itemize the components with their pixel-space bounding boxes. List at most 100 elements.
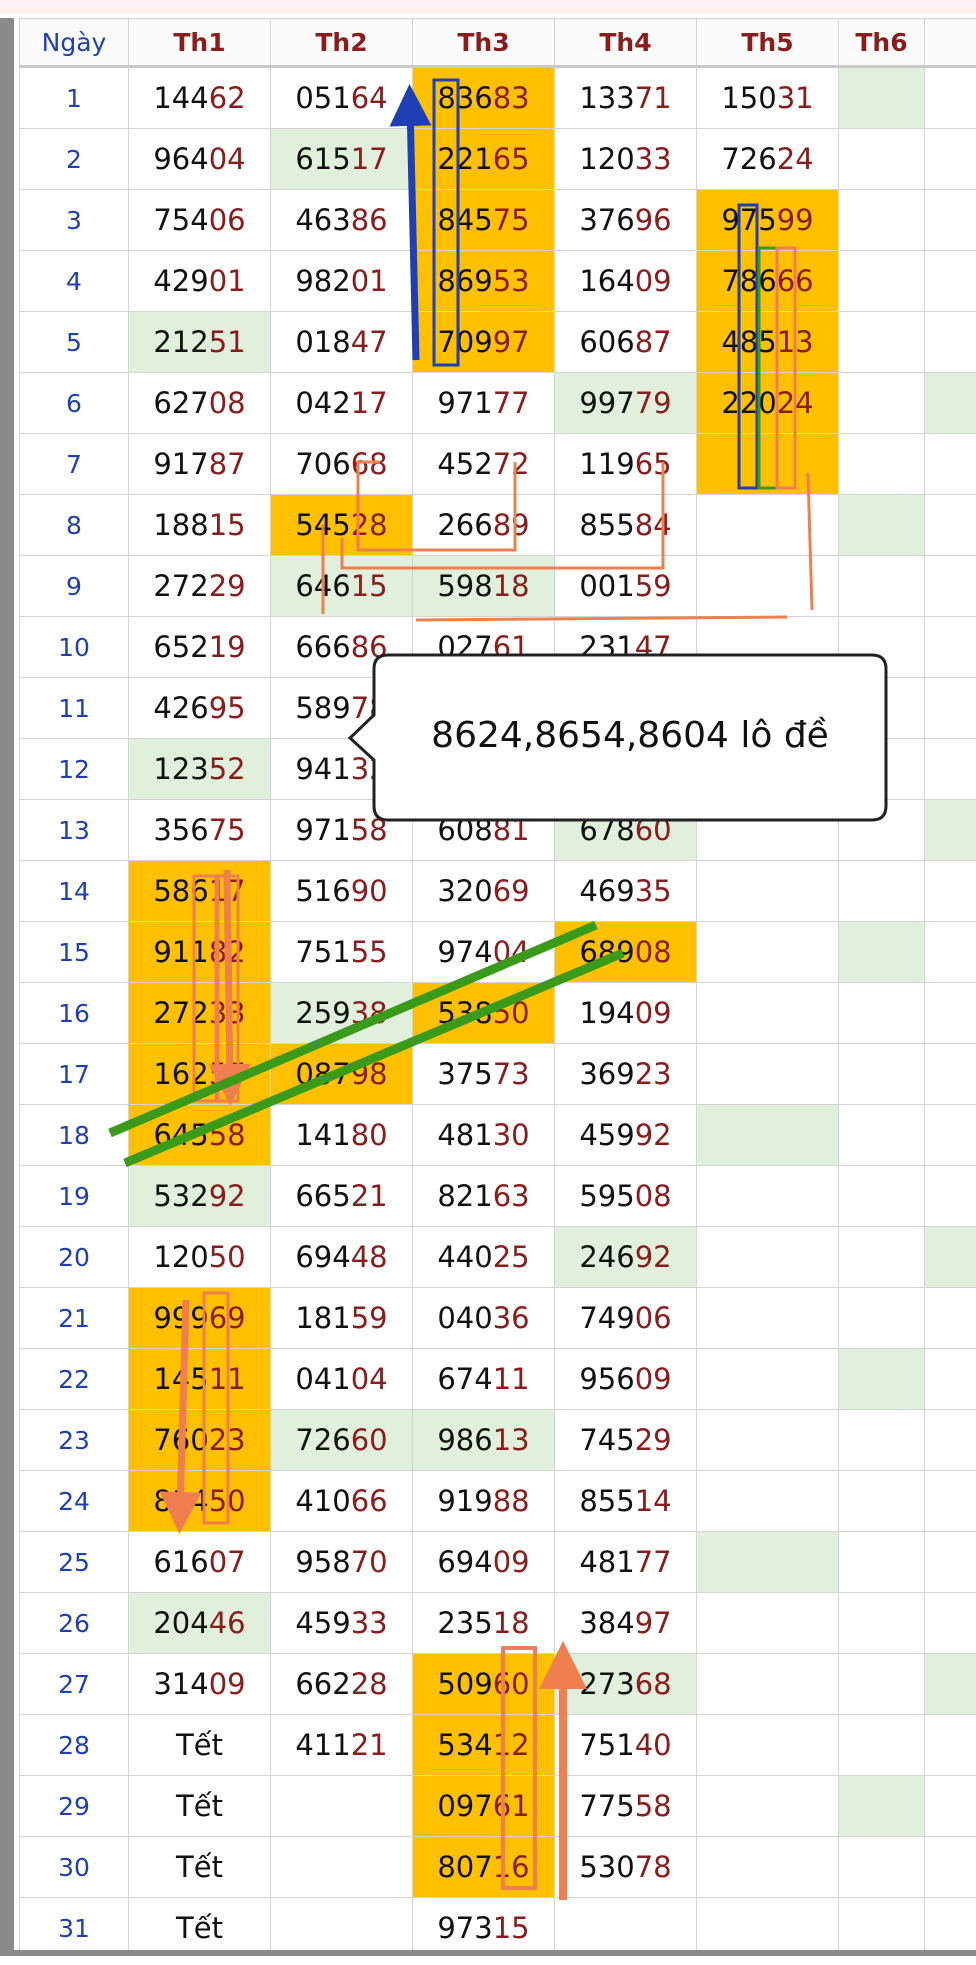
result-cell[interactable]: [924, 494, 976, 556]
result-cell[interactable]: 96404: [128, 128, 271, 190]
result-cell[interactable]: [838, 433, 925, 495]
result-cell[interactable]: 64558: [128, 1104, 271, 1166]
result-cell[interactable]: [838, 860, 925, 922]
result-cell[interactable]: Tết: [128, 1775, 271, 1837]
result-cell[interactable]: Tết: [128, 1836, 271, 1898]
result-cell[interactable]: 12033: [554, 128, 697, 190]
result-cell[interactable]: 78666: [696, 250, 839, 312]
result-cell[interactable]: [924, 1897, 976, 1950]
result-cell[interactable]: 99779: [554, 372, 697, 434]
result-cell[interactable]: 11965: [554, 433, 697, 495]
result-cell[interactable]: 61517: [270, 128, 413, 190]
result-cell[interactable]: 58617: [128, 860, 271, 922]
result-cell[interactable]: 60881: [412, 799, 555, 861]
result-cell[interactable]: 69409: [412, 1531, 555, 1593]
result-cell[interactable]: [696, 921, 839, 983]
result-cell[interactable]: 75406: [128, 189, 271, 251]
result-cell[interactable]: 27368: [554, 1653, 697, 1715]
result-cell[interactable]: 70668: [270, 433, 413, 495]
result-cell[interactable]: [924, 189, 976, 251]
result-cell[interactable]: 04036: [412, 1287, 555, 1349]
result-cell[interactable]: 97158: [270, 799, 413, 861]
result-cell[interactable]: 01847: [270, 311, 413, 373]
result-cell[interactable]: 98613: [412, 1409, 555, 1471]
result-cell[interactable]: [696, 616, 839, 678]
result-cell[interactable]: 85514: [554, 1470, 697, 1532]
result-cell[interactable]: [924, 1836, 976, 1898]
result-cell[interactable]: 53292: [128, 1165, 271, 1227]
result-cell[interactable]: [838, 128, 925, 190]
result-cell[interactable]: [696, 1775, 839, 1837]
result-cell[interactable]: 45272: [412, 433, 555, 495]
result-cell[interactable]: 74529: [554, 1409, 697, 1471]
result-cell[interactable]: 20446: [128, 1592, 271, 1654]
result-cell[interactable]: 42695: [128, 677, 271, 739]
result-cell[interactable]: [838, 555, 925, 617]
result-cell[interactable]: [924, 66, 976, 129]
result-cell[interactable]: 67411: [412, 1348, 555, 1410]
result-cell[interactable]: [838, 1165, 925, 1227]
result-cell[interactable]: 66686: [270, 616, 413, 678]
result-cell[interactable]: [838, 1043, 925, 1105]
result-cell[interactable]: 95870: [270, 1531, 413, 1593]
result-cell[interactable]: [696, 1104, 839, 1166]
result-cell[interactable]: 51690: [270, 860, 413, 922]
result-cell[interactable]: [696, 1409, 839, 1471]
result-cell[interactable]: [696, 1043, 839, 1105]
result-cell[interactable]: 16409: [554, 250, 697, 312]
result-cell[interactable]: 45992: [554, 1104, 697, 1166]
result-cell[interactable]: [924, 1531, 976, 1593]
result-cell[interactable]: 44025: [412, 1226, 555, 1288]
result-cell[interactable]: [924, 616, 976, 678]
result-cell[interactable]: [838, 921, 925, 983]
result-cell[interactable]: [924, 311, 976, 373]
result-cell[interactable]: [270, 1775, 413, 1837]
result-cell[interactable]: [696, 1531, 839, 1593]
result-cell[interactable]: [924, 860, 976, 922]
result-cell[interactable]: [924, 1470, 976, 1532]
result-cell[interactable]: 50960: [412, 1653, 555, 1715]
result-cell[interactable]: 41066: [270, 1470, 413, 1532]
result-cell[interactable]: 82163: [412, 1165, 555, 1227]
result-cell[interactable]: 72660: [270, 1409, 413, 1471]
result-cell[interactable]: [696, 1165, 839, 1227]
result-cell[interactable]: 65219: [128, 616, 271, 678]
result-cell[interactable]: [838, 1409, 925, 1471]
result-cell[interactable]: [696, 1470, 839, 1532]
result-cell[interactable]: [838, 1470, 925, 1532]
result-cell[interactable]: 26689: [412, 494, 555, 556]
result-cell[interactable]: [924, 1104, 976, 1166]
result-cell[interactable]: [924, 555, 976, 617]
result-cell[interactable]: 77558: [554, 1775, 697, 1837]
result-cell[interactable]: [838, 1653, 925, 1715]
result-cell[interactable]: 36923: [554, 1043, 697, 1105]
result-cell[interactable]: [838, 372, 925, 434]
result-cell[interactable]: Tết: [128, 1897, 271, 1950]
result-cell[interactable]: [696, 494, 839, 556]
result-cell[interactable]: 91182: [128, 921, 271, 983]
result-cell[interactable]: [924, 250, 976, 312]
result-cell[interactable]: 37573: [412, 1043, 555, 1105]
result-cell[interactable]: [696, 1348, 839, 1410]
result-cell[interactable]: 83683: [412, 66, 555, 129]
result-cell[interactable]: 46386: [270, 189, 413, 251]
result-cell[interactable]: [838, 1592, 925, 1654]
result-cell[interactable]: [838, 1287, 925, 1349]
result-cell[interactable]: [838, 1836, 925, 1898]
result-cell[interactable]: 37696: [554, 189, 697, 251]
result-cell[interactable]: [924, 128, 976, 190]
result-cell[interactable]: [696, 1836, 839, 1898]
result-cell[interactable]: [924, 1165, 976, 1227]
result-cell[interactable]: 74906: [554, 1287, 697, 1349]
result-cell[interactable]: 02761: [412, 616, 555, 678]
result-cell[interactable]: [696, 982, 839, 1044]
result-cell[interactable]: [696, 1287, 839, 1349]
result-cell[interactable]: 53412: [412, 1714, 555, 1776]
result-cell[interactable]: [696, 799, 839, 861]
result-cell[interactable]: 42901: [128, 250, 271, 312]
result-cell[interactable]: [838, 616, 925, 678]
result-cell[interactable]: 16257: [128, 1043, 271, 1105]
result-cell[interactable]: 69448: [270, 1226, 413, 1288]
result-cell[interactable]: 97599: [696, 189, 839, 251]
result-cell[interactable]: Tết: [128, 1714, 271, 1776]
